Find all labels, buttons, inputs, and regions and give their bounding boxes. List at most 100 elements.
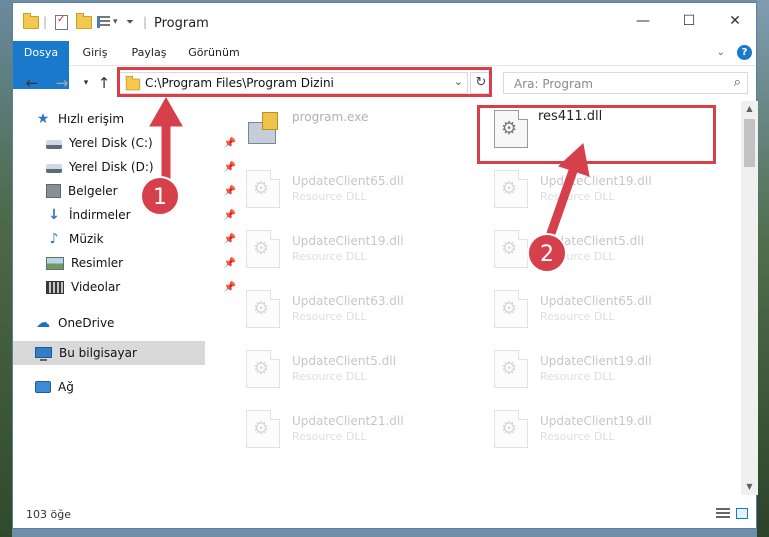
video-icon — [46, 280, 64, 294]
sidebar-item-label: Yerel Disk (C:) — [69, 136, 153, 150]
new-folder-icon[interactable] — [76, 12, 92, 31]
sidebar-item-network[interactable]: Ağ — [13, 375, 227, 399]
file-name: UpdateClient65.dll — [540, 294, 652, 308]
maximize-button[interactable]: ☐ — [669, 9, 709, 33]
file-item[interactable]: ⚙ UpdateClient5.dll Resource DLL — [238, 344, 478, 392]
sidebar-item-label: Belgeler — [68, 184, 118, 198]
scrollbar-thumb[interactable] — [744, 119, 755, 167]
search-box[interactable]: ⌕ — [503, 72, 748, 94]
file-highlight-box — [477, 105, 716, 164]
ribbon-tabs: Dosya Giriş Paylaş Görünüm ⌄ ? — [13, 41, 756, 89]
sidebar-item-onedrive[interactable]: ☁ OneDrive — [13, 311, 227, 335]
search-icon[interactable]: ⌕ — [734, 75, 741, 90]
file-item[interactable]: ⚙ UpdateClient19.dll Resource DLL — [486, 404, 726, 452]
window-title: Program — [154, 16, 209, 31]
sidebar-item-music[interactable]: ♪ Müzik 📌 — [13, 227, 238, 251]
file-type: Resource DLL — [292, 430, 367, 443]
sidebar-item-pictures[interactable]: Resimler 📌 — [13, 251, 238, 275]
sidebar-item-label: Bu bilgisayar — [59, 346, 137, 360]
step-badge-1: 1 — [140, 176, 180, 216]
close-button[interactable]: ✕ — [715, 9, 755, 33]
sidebar-item-label: Videolar — [71, 280, 121, 294]
back-button[interactable]: ← — [21, 72, 43, 94]
dll-icon: ⚙ — [494, 350, 528, 388]
dll-icon: ⚙ — [494, 290, 528, 328]
tab-share[interactable]: Paylaş — [125, 41, 173, 65]
documents-icon — [46, 184, 61, 198]
large-icons-view-icon[interactable] — [736, 508, 748, 519]
file-type: Resource DLL — [540, 430, 615, 443]
sidebar-item-label: Yerel Disk (D:) — [69, 160, 154, 174]
dll-icon: ⚙ — [494, 410, 528, 448]
file-type: Resource DLL — [292, 190, 367, 203]
view-icon[interactable] — [97, 13, 110, 31]
desktop-background-left — [0, 0, 12, 537]
file-item[interactable]: ⚙ UpdateClient65.dll Resource DLL — [238, 164, 478, 212]
sidebar-item-label: Resimler — [71, 256, 124, 270]
sidebar-item-local-disk-c[interactable]: Yerel Disk (C:) 📌 — [13, 131, 238, 155]
help-icon[interactable]: ? — [737, 45, 752, 60]
sidebar-item-videos[interactable]: Videolar 📌 — [13, 275, 238, 299]
customize-toolbar-icon[interactable]: ⏷ — [126, 13, 134, 31]
file-name: program.exe — [292, 110, 369, 124]
file-item[interactable]: ⚙ UpdateClient21.dll Resource DLL — [238, 404, 478, 452]
address-highlight-box — [117, 67, 492, 97]
tab-view[interactable]: Görünüm — [183, 41, 245, 65]
file-name: UpdateClient19.dll — [540, 414, 652, 428]
dll-icon: ⚙ — [246, 290, 280, 328]
file-item[interactable]: ⚙ UpdateClient65.dll Resource DLL — [486, 284, 726, 332]
file-type: Resource DLL — [292, 250, 367, 263]
file-item[interactable]: program.exe — [238, 104, 478, 152]
folder-icon — [23, 12, 39, 31]
dll-icon: ⚙ — [494, 230, 528, 268]
navigation-pane: ★ Hızlı erişim Yerel Disk (C:) 📌 Yerel D… — [13, 105, 236, 495]
vertical-scrollbar[interactable]: ▲ ▼ — [741, 101, 758, 495]
minimize-button[interactable]: — — [623, 9, 663, 33]
sidebar-item-label: Hızlı erişim — [58, 112, 125, 126]
file-name: UpdateClient65.dll — [292, 174, 404, 188]
file-type: Resource DLL — [292, 310, 367, 323]
file-type: Resource DLL — [540, 370, 615, 383]
file-item[interactable]: ⚙ UpdateClient19.dll Resource DLL — [486, 344, 726, 392]
properties-icon[interactable] — [55, 13, 68, 31]
toolbar-separator: | — [43, 15, 48, 29]
file-name: UpdateClient19.dll — [292, 234, 404, 248]
file-name: UpdateClient21.dll — [292, 414, 404, 428]
cloud-icon: ☁ — [36, 315, 50, 331]
up-button[interactable]: ↑ — [93, 72, 115, 94]
dll-icon: ⚙ — [246, 170, 280, 208]
search-input[interactable] — [512, 74, 716, 94]
scroll-down-icon[interactable]: ▼ — [741, 479, 758, 495]
file-item[interactable]: ⚙ UpdateClient19.dll Resource DLL — [486, 164, 726, 212]
pictures-icon — [46, 256, 64, 270]
drive-icon — [46, 139, 62, 149]
file-name: UpdateClient63.dll — [292, 294, 404, 308]
exe-icon — [246, 110, 280, 148]
dll-icon: ⚙ — [246, 230, 280, 268]
dll-icon: ⚙ — [246, 350, 280, 388]
sidebar-item-downloads[interactable]: ↓ İndirmeler 📌 — [13, 203, 238, 227]
scroll-up-icon[interactable]: ▲ — [741, 101, 758, 117]
sidebar-item-this-pc[interactable]: Bu bilgisayar — [13, 341, 205, 365]
status-bar: 103 öğe — [13, 501, 756, 528]
sidebar-item-label: Müzik — [69, 232, 104, 246]
file-type: Resource DLL — [540, 190, 615, 203]
file-item[interactable]: ⚙ UpdateClient5.dll Resource DLL — [486, 224, 726, 272]
music-icon: ♪ — [49, 231, 59, 247]
network-icon — [35, 381, 51, 393]
star-icon: ★ — [36, 111, 50, 127]
file-item[interactable]: ⚙ UpdateClient63.dll Resource DLL — [238, 284, 478, 332]
sidebar-item-local-disk-d[interactable]: Yerel Disk (D:) 📌 — [13, 155, 238, 179]
chevron-down-icon[interactable]: ▾ — [113, 13, 118, 31]
details-view-icon[interactable] — [716, 508, 730, 519]
sidebar-item-documents[interactable]: Belgeler 📌 — [13, 179, 238, 203]
desktop-background-right — [757, 0, 769, 537]
step-badge-2: 2 — [527, 233, 567, 273]
forward-button[interactable]: → — [51, 72, 73, 94]
file-item[interactable]: ⚙ UpdateClient19.dll Resource DLL — [238, 224, 478, 272]
sidebar-item-quick-access[interactable]: ★ Hızlı erişim — [13, 107, 227, 131]
tab-home[interactable]: Giriş — [75, 41, 115, 65]
expand-ribbon-icon[interactable]: ⌄ — [717, 47, 725, 58]
dll-icon: ⚙ — [494, 170, 528, 208]
download-icon: ↓ — [48, 207, 60, 223]
